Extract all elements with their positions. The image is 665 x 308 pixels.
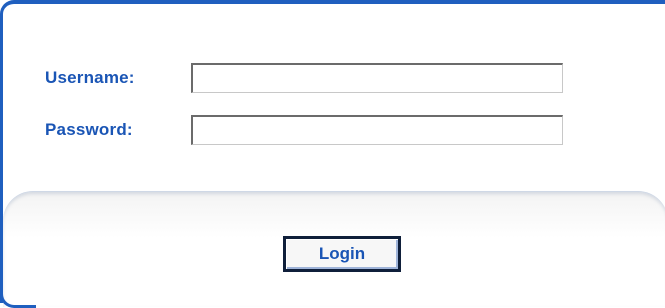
username-label: Username: [45,68,135,87]
button-area: Login [0,191,665,308]
password-input[interactable] [191,115,563,145]
username-input[interactable] [191,63,563,93]
username-row: Username: [45,60,563,96]
login-panel: Username: Password: Login [0,0,665,308]
password-row: Password: [45,112,563,148]
login-button[interactable]: Login [283,236,401,272]
login-form: Username: Password: [3,4,665,194]
password-label: Password: [45,120,133,139]
